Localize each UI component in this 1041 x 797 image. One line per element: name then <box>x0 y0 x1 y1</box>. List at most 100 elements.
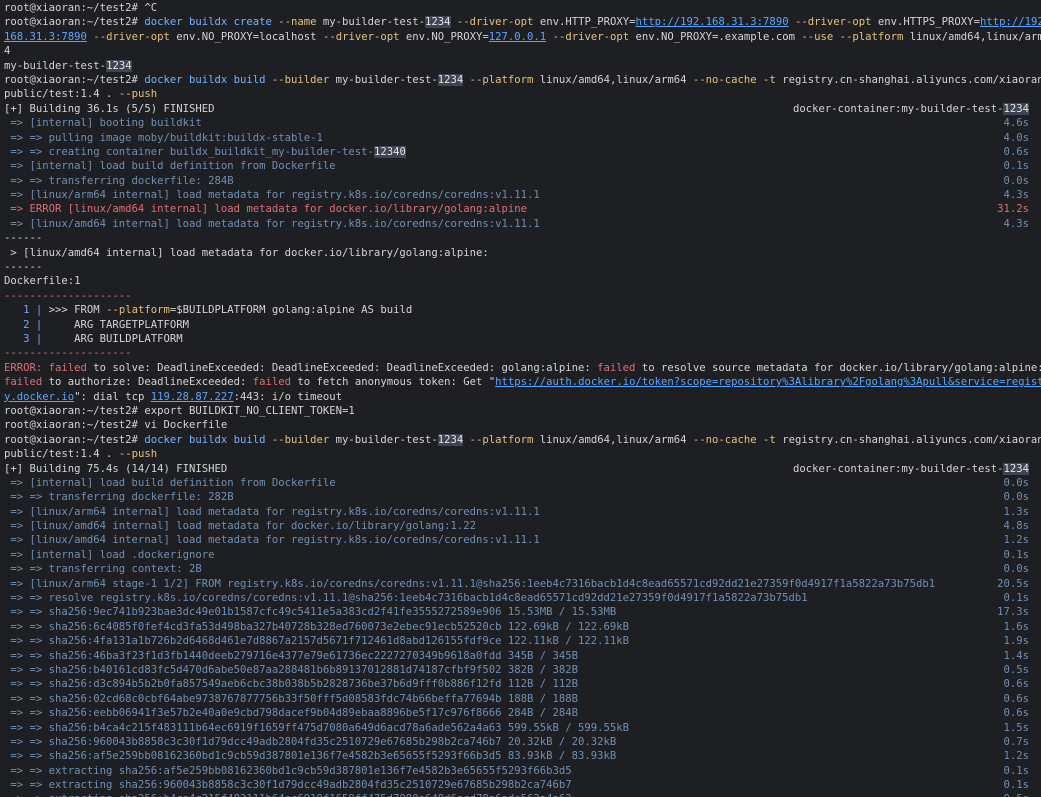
terminal-line: Dockerfile:1 <box>4 274 1041 288</box>
terminal-window[interactable]: root@xiaoran:~/test2# ^C root@xiaoran:~/t… <box>0 0 1041 797</box>
terminal-text: to fetch anonymous token: Get " <box>291 376 496 389</box>
terminal-right-text: docker-container:my-builder-test-1234 <box>793 462 1029 476</box>
terminal-right-text: 0.1s <box>1003 764 1029 778</box>
terminal-line: ------ <box>4 260 1041 274</box>
terminal-line: => [linux/arm64 stage-1 1/2] FROM regist… <box>4 577 1041 591</box>
terminal-line: => [internal] load build definition from… <box>4 476 1041 490</box>
terminal-text: ------ <box>4 232 43 245</box>
terminal-text: docker-container:my-builder-test- <box>793 462 1004 475</box>
terminal-link[interactable]: https://auth.docker.io/token?scope=repos… <box>495 376 1041 388</box>
terminal-line: => => transferring context: 2B 0.0s <box>4 562 1041 576</box>
terminal-text: 0.1s <box>1003 592 1029 605</box>
terminal-text: 0.7s <box>1003 735 1029 748</box>
terminal-text: => => sha256:d3c894b5b2b0fa857549aeb6cbc… <box>4 678 579 691</box>
terminal-text: => => extracting sha256:b4ca4c215f483111… <box>4 793 571 797</box>
terminal-right-text: 0.5s <box>1003 663 1029 677</box>
terminal-text: 4.0s <box>1003 131 1029 144</box>
terminal-right-text: 4.0s <box>1003 131 1029 145</box>
terminal-line: => => sha256:d3c894b5b2b0fa857549aeb6cbc… <box>4 677 1041 691</box>
terminal-text: => [linux/amd64 internal] load metadata … <box>4 217 540 230</box>
terminal-text: --no-cache <box>692 433 757 446</box>
terminal-line: => => resolve registry.k8s.io/coredns/co… <box>4 591 1041 605</box>
terminal-text: 0.5s <box>1003 793 1029 797</box>
terminal-line: root@xiaoran:~/test2# docker buildx buil… <box>4 433 1041 447</box>
terminal-link[interactable]: y.docker.io <box>4 391 74 403</box>
terminal-right-text: 4.3s <box>1003 188 1029 202</box>
terminal-text: 1.2s <box>1003 534 1029 547</box>
terminal-text: => => extracting sha256:960043b8858c3c30… <box>4 779 572 792</box>
terminal-line: root@xiaoran:~/test2# ^C <box>4 1 1041 15</box>
terminal-text: linux/amd64,linux/arm64 <box>533 73 693 86</box>
terminal-text: env.NO_PROXY=.example.com <box>629 30 802 43</box>
terminal-text: my-builder-test- <box>329 433 438 446</box>
terminal-text: --driver-opt <box>552 30 630 43</box>
terminal-text: public/test:1.4 . <box>4 448 119 461</box>
terminal-text: 0.6s <box>1003 678 1029 691</box>
terminal-text: 31.2s <box>997 203 1029 216</box>
terminal-line: => => sha256:960043b8858c3c30f1d79dcc49a… <box>4 735 1041 749</box>
terminal-line: => => extracting sha256:960043b8858c3c30… <box>4 778 1041 792</box>
terminal-text: 0.6s <box>1003 707 1029 720</box>
terminal-right-text: 0.7s <box>1003 735 1029 749</box>
terminal-line: => => transferring dockerfile: 282B 0.0s <box>4 490 1041 504</box>
terminal-text: --push <box>118 448 158 461</box>
terminal-text: => [linux/amd64 internal] load metadata … <box>4 534 540 547</box>
terminal-text: --name <box>278 16 317 29</box>
terminal-text: => => sha256:02cd68c0cbf64abe97387678777… <box>4 692 579 705</box>
terminal-text: --platform <box>106 304 170 317</box>
terminal-text: failed <box>597 361 636 374</box>
terminal-link[interactable]: 168.31.3:7890 <box>4 31 87 43</box>
terminal-text: env.NO_PROXY=localhost <box>169 30 323 43</box>
terminal-text: => => transferring context: 2B <box>4 563 202 576</box>
terminal-right-text: 1.2s <box>1003 533 1029 547</box>
terminal-line: => => sha256:4fa131a1b726b2d6468d461e7d8… <box>4 634 1041 648</box>
terminal-text: public/test:1.4 . <box>4 88 119 101</box>
terminal-text: registry.cn-shanghai.aliyuncs.com/xiaora… <box>775 73 1041 86</box>
terminal-link[interactable]: 127.0.0.1 <box>489 31 546 43</box>
terminal-text: 1234 <box>437 433 464 446</box>
terminal-text: root@xiaoran:~/test2# <box>4 16 145 29</box>
terminal-text: 4.8s <box>1003 520 1029 533</box>
terminal-line: => => transferring dockerfile: 284B 0.0s <box>4 174 1041 188</box>
terminal-text: -------------------- <box>4 289 132 302</box>
terminal-text: 2 | <box>4 318 49 331</box>
terminal-line: => ERROR [linux/amd64 internal] load met… <box>4 202 1041 216</box>
terminal-text: 4.6s <box>1003 117 1029 130</box>
terminal-right-text: 0.1s <box>1003 548 1029 562</box>
terminal-right-text: 0.1s <box>1003 778 1029 792</box>
terminal-text: registry.cn-shanghai.aliyuncs.com/xiaora… <box>775 433 1041 446</box>
terminal-text: env.NO_PROXY= <box>399 30 489 43</box>
terminal-line: [+] Building 36.1s (5/5) FINISHED docker-… <box>4 102 1041 116</box>
terminal-text: --driver-opt <box>322 30 400 43</box>
terminal-line: ------ <box>4 231 1041 245</box>
terminal-link[interactable]: 119.28.87.227 <box>151 391 234 403</box>
terminal-right-text: 1.4s <box>1003 649 1029 663</box>
terminal-link[interactable]: http://192.168.31.3:7890 <box>636 16 789 28</box>
terminal-line: => => sha256:9ec741b923bae3dc49e01b1587c… <box>4 605 1041 619</box>
terminal-text: 0.6s <box>1003 145 1029 158</box>
terminal-line: root@xiaoran:~/test2# vi Dockerfile <box>4 418 1041 432</box>
terminal-text: --push <box>118 88 158 101</box>
terminal-line: => [linux/amd64 internal] load metadata … <box>4 217 1041 231</box>
terminal-text: => => sha256:b4ca4c215f483111b64ec6919f1… <box>4 721 630 734</box>
terminal-text: 0.0s <box>1003 174 1029 187</box>
terminal-line: public/test:1.4 . --push <box>4 87 1041 101</box>
terminal-link[interactable]: http://192. <box>980 16 1041 28</box>
terminal-text: docker buildx create <box>144 16 279 29</box>
terminal-right-text: 0.0s <box>1003 490 1029 504</box>
terminal-text: export BUILDKIT_NO_CLIENT_TOKEN=1 <box>144 404 355 417</box>
terminal-text: 1.4s <box>1003 649 1029 662</box>
terminal-text: linux/amd64,linux/arm64 <box>533 433 693 446</box>
terminal-text: -t <box>763 73 776 86</box>
terminal-text: => ERROR [linux/amd64 internal] load met… <box>4 203 527 216</box>
terminal-text: [+] Building 75.4s (14/14) FINISHED <box>4 462 228 475</box>
terminal-text: --builder <box>271 433 330 446</box>
terminal-right-text: docker-container:my-builder-test-1234 <box>793 102 1029 116</box>
terminal-text: => [linux/arm64 internal] load metadata … <box>4 189 540 202</box>
terminal-text: => => sha256:960043b8858c3c30f1d79dcc49a… <box>4 735 617 748</box>
terminal-line: my-builder-test-1234 <box>4 59 1041 73</box>
terminal-right-text: 0.6s <box>1003 145 1029 159</box>
terminal-text: to resolve source metadata for docker.io… <box>635 361 1041 374</box>
terminal-text: to authorize: DeadlineExceeded: <box>42 376 253 389</box>
terminal-text: => => sha256:9ec741b923bae3dc49e01b1587c… <box>4 606 617 619</box>
